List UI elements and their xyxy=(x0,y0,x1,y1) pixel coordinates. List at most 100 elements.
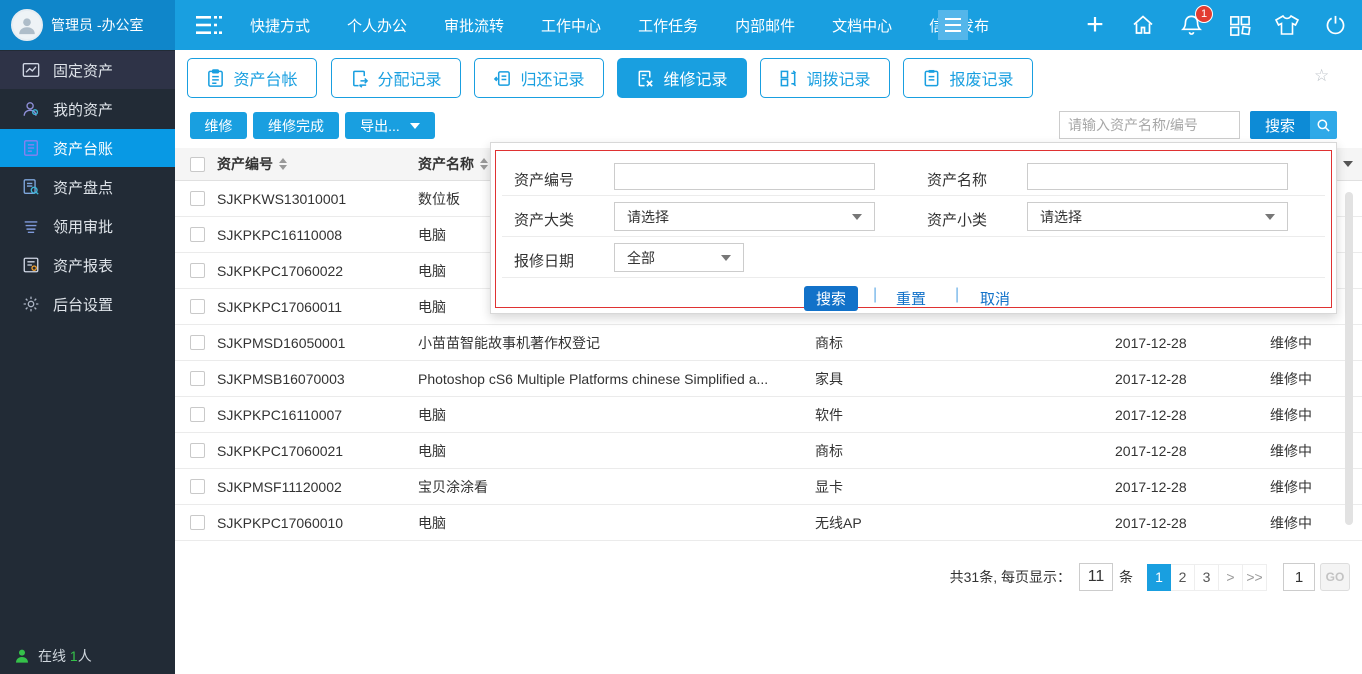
row-checkbox[interactable] xyxy=(190,299,205,314)
select-all-checkbox[interactable] xyxy=(190,156,205,172)
apps-button[interactable] xyxy=(1226,12,1252,38)
repair-button[interactable]: 维修 xyxy=(190,112,247,139)
row-checkbox[interactable] xyxy=(190,371,205,386)
table-row[interactable]: SJKPMSB16070003 Photoshop cS6 Multiple P… xyxy=(175,361,1362,397)
tab-label: 调拨记录 xyxy=(806,72,871,89)
sidebar-item-label: 资产盘点 xyxy=(53,179,114,197)
next-page-button[interactable]: > xyxy=(1219,563,1243,591)
more-menu-icon[interactable] xyxy=(938,10,968,40)
sidebar-item-asset-ledger[interactable]: 资产台账 xyxy=(0,129,175,167)
goto-page-input[interactable] xyxy=(1283,563,1315,591)
tab-repair-records[interactable]: 维修记录 xyxy=(617,58,747,98)
go-button[interactable]: GO xyxy=(1320,563,1350,591)
asset-code: SJKPKPC16110007 xyxy=(217,406,343,423)
table-row[interactable]: SJKPKPC16110007 电脑 软件 2017-12-28 维修中 xyxy=(175,397,1362,433)
chart-icon xyxy=(22,63,40,77)
quick-search-input[interactable] xyxy=(1059,111,1240,139)
favorite-star-icon[interactable]: ☆ xyxy=(1314,66,1329,86)
table-row[interactable]: SJKPKPC17060021 电脑 商标 2017-12-28 维修中 xyxy=(175,433,1362,469)
nav-item-personal-office[interactable]: 个人办公 xyxy=(347,15,407,36)
notifications-button[interactable]: 1 xyxy=(1178,5,1213,38)
filter-minor-select[interactable]: 请选择 xyxy=(1027,202,1288,231)
row-checkbox[interactable] xyxy=(190,515,205,530)
export-label: 导出... xyxy=(360,117,400,134)
page-button-1[interactable]: 1 xyxy=(1147,563,1171,591)
clipboard-icon xyxy=(208,68,224,87)
filter-search-button[interactable]: 搜索 xyxy=(804,286,858,311)
nav-item-work-center[interactable]: 工作中心 xyxy=(541,15,601,36)
column-chooser-icon[interactable] xyxy=(1343,161,1353,167)
filter-code-input[interactable] xyxy=(614,163,875,190)
tab-transfer-records[interactable]: 调拨记录 xyxy=(760,58,890,98)
sidebar-item-my-assets[interactable]: 我的资产 xyxy=(0,90,175,128)
tab-assignment-records[interactable]: 分配记录 xyxy=(331,58,461,98)
asset-code: SJKPKPC17060022 xyxy=(217,262,344,279)
chevron-down-icon xyxy=(721,254,731,261)
filter-major-select[interactable]: 请选择 xyxy=(614,202,875,231)
table-row[interactable]: SJKPKPC17060010 电脑 无线AP 2017-12-28 维修中 xyxy=(175,505,1362,541)
sidebar-item-asset-reports[interactable]: 资产报表 xyxy=(0,246,175,284)
last-page-button[interactable]: >> xyxy=(1243,563,1267,591)
page-button-3[interactable]: 3 xyxy=(1195,563,1219,591)
filter-date-select[interactable]: 全部 xyxy=(614,243,744,272)
row-checkbox[interactable] xyxy=(190,479,205,494)
tab-asset-ledger[interactable]: 资产台帐 xyxy=(187,58,317,98)
page-button-2[interactable]: 2 xyxy=(1171,563,1195,591)
filter-reset-button[interactable]: 重置 xyxy=(896,288,926,309)
avatar[interactable] xyxy=(11,9,43,41)
quick-search-button[interactable]: 搜索 xyxy=(1250,111,1337,139)
table-row[interactable]: SJKPMSF11120002 宝贝涂涂看 显卡 2017-12-28 维修中 xyxy=(175,469,1362,505)
filter-code-label: 资产编号 xyxy=(514,172,575,189)
advanced-filter-panel: 资产编号 资产名称 资产大类 请选择 资产小类 请选择 报修日期 全部 搜索 |… xyxy=(490,142,1337,314)
sidebar-item-asset-inventory[interactable]: 资产盘点 xyxy=(0,168,175,206)
row-checkbox[interactable] xyxy=(190,191,205,206)
status-badge: 维修中 xyxy=(1270,334,1312,351)
sidebar: 固定资产 我的资产 资产台账 资产盘点 领用审批 资产报表 后台设置 在线 1人 xyxy=(0,50,175,674)
divider: | xyxy=(955,286,960,303)
plus-icon: + xyxy=(1086,8,1104,41)
sort-icon[interactable] xyxy=(279,158,287,170)
repair-date: 2017-12-28 xyxy=(1115,370,1187,387)
sidebar-item-admin-settings[interactable]: 后台设置 xyxy=(0,285,175,323)
tab-label: 资产台帐 xyxy=(233,72,298,89)
row-checkbox[interactable] xyxy=(190,227,205,242)
table-row[interactable]: SJKPMSD16050001 小苗苗智能故事机著作权登记 商标 2017-12… xyxy=(175,325,1362,361)
online-person-icon xyxy=(16,649,28,663)
theme-button[interactable] xyxy=(1274,12,1300,38)
nav-item-approval-flow[interactable]: 审批流转 xyxy=(444,15,504,36)
tab-scrap-records[interactable]: 报废记录 xyxy=(903,58,1033,98)
add-button[interactable]: + xyxy=(1082,8,1108,41)
nav-item-document-center[interactable]: 文档中心 xyxy=(832,15,892,36)
row-checkbox[interactable] xyxy=(190,263,205,278)
sort-icon[interactable] xyxy=(480,158,488,170)
page-size-box[interactable]: 11 xyxy=(1079,563,1113,591)
header-asset-code[interactable]: 资产编号 xyxy=(217,154,273,174)
nav-item-internal-mail[interactable]: 内部邮件 xyxy=(735,15,795,36)
nav-item-shortcuts[interactable]: 快捷方式 xyxy=(250,15,310,36)
row-checkbox[interactable] xyxy=(190,407,205,422)
chevron-down-icon xyxy=(852,213,862,220)
topbar-user-area[interactable]: 管理员 -办公室 xyxy=(0,0,175,50)
row-checkbox[interactable] xyxy=(190,335,205,350)
home-button[interactable] xyxy=(1130,12,1156,38)
sidebar-item-fixed-assets[interactable]: 固定资产 xyxy=(0,51,175,89)
nav-item-work-tasks[interactable]: 工作任务 xyxy=(638,15,698,36)
pagination: 共31条, 每页显示： 11 条 1 2 3 > >> GO xyxy=(175,561,1362,593)
gear-icon xyxy=(23,296,39,312)
asset-category: 显卡 xyxy=(815,478,843,495)
online-status: 在线 1人 xyxy=(14,646,92,666)
status-badge: 维修中 xyxy=(1270,406,1312,423)
row-checkbox[interactable] xyxy=(190,443,205,458)
filter-cancel-button[interactable]: 取消 xyxy=(980,288,1010,309)
header-asset-name[interactable]: 资产名称 xyxy=(418,154,474,174)
sidebar-item-usage-approval[interactable]: 领用审批 xyxy=(0,207,175,245)
repair-done-button[interactable]: 维修完成 xyxy=(253,112,339,139)
export-button[interactable]: 导出... xyxy=(345,112,435,139)
table-scrollbar[interactable] xyxy=(1345,192,1353,525)
tab-return-records[interactable]: 归还记录 xyxy=(474,58,604,98)
online-count: 1 xyxy=(69,648,78,664)
logout-button[interactable] xyxy=(1322,12,1348,38)
asset-name: 小苗苗智能故事机著作权登记 xyxy=(418,334,600,351)
filter-name-input[interactable] xyxy=(1027,163,1288,190)
collapse-menu-icon[interactable] xyxy=(196,15,222,35)
